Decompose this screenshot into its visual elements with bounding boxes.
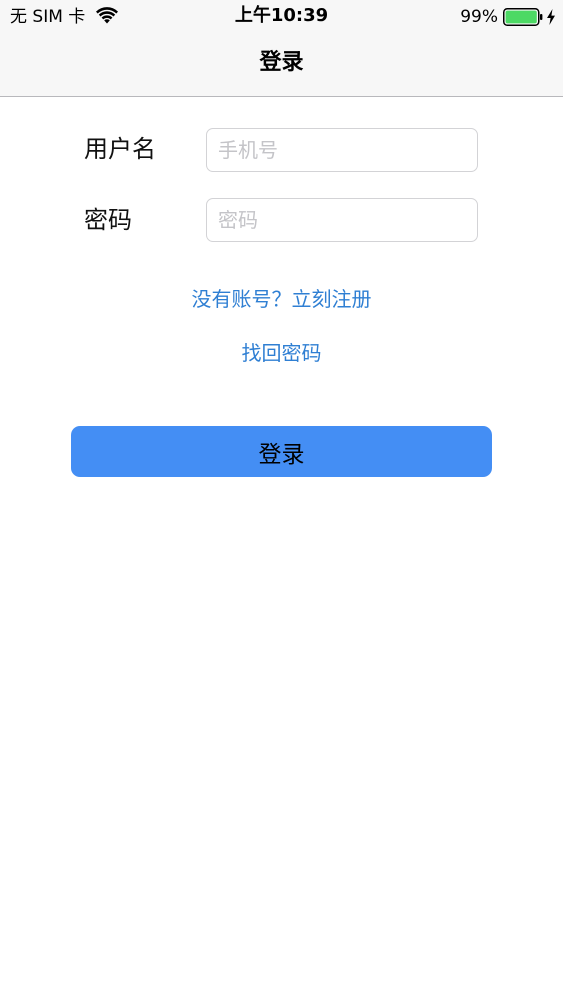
register-link[interactable]: 没有账号？立刻注册	[0, 285, 563, 313]
password-label: 密码	[84, 206, 132, 234]
forgot-password-link[interactable]: 找回密码	[0, 339, 563, 367]
password-input[interactable]	[206, 198, 478, 242]
status-bar: 无 SIM 卡 上午10:39 99%	[0, 0, 563, 34]
page-title: 登录	[259, 50, 304, 75]
charging-bolt-icon	[547, 9, 555, 25]
username-input[interactable]	[206, 128, 478, 172]
battery-icon	[503, 8, 543, 26]
battery-percentage: 99%	[460, 7, 498, 27]
navigation-bar: 登录	[0, 34, 563, 97]
username-label: 用户名	[84, 135, 156, 163]
login-button[interactable]: 登录	[71, 426, 492, 477]
